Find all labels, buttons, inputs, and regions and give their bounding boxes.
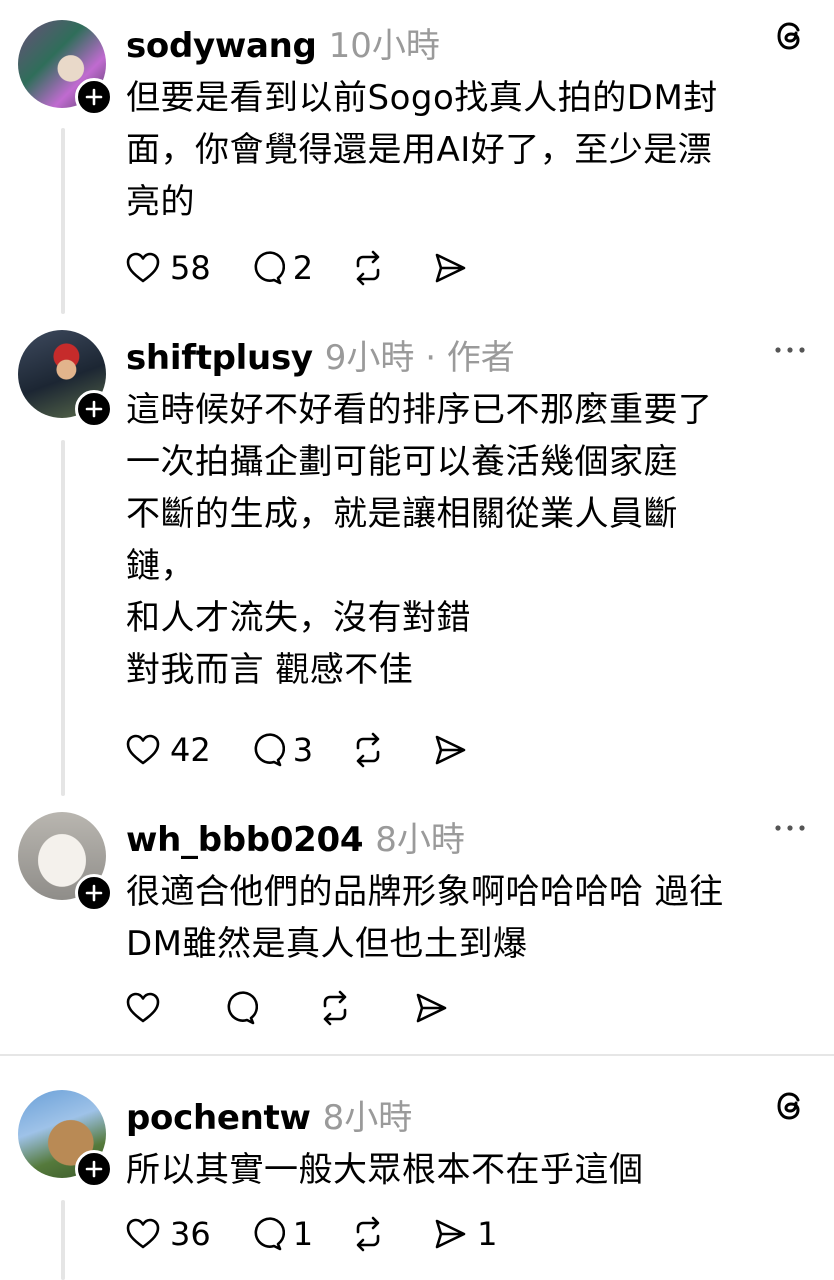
send-icon — [435, 253, 466, 283]
username[interactable]: sodywang — [126, 26, 317, 66]
heart-icon — [126, 1218, 160, 1249]
follow-plus-button[interactable] — [75, 874, 113, 912]
reply-button[interactable]: 3 — [247, 731, 313, 769]
comment-text: 所以其實一般大眾根本不在乎這個 — [126, 1150, 644, 1190]
follow-plus-button[interactable] — [75, 1150, 113, 1188]
threads-logo-icon[interactable] — [772, 18, 808, 54]
comment-icon — [227, 991, 258, 1025]
like-count: 58 — [170, 249, 211, 287]
heart-icon — [126, 992, 160, 1023]
share-button[interactable] — [412, 989, 458, 1027]
reply-button[interactable]: 1 — [247, 1215, 313, 1253]
plus-icon — [85, 400, 103, 418]
follow-plus-button[interactable] — [75, 390, 113, 428]
like-count: 42 — [170, 731, 211, 769]
plus-icon — [85, 884, 103, 902]
comment-card: wh_bbb0204 8小時 很適合他們的品牌形象啊哈哈哈哈 過往 DM雖然是真… — [0, 800, 834, 1054]
plus-icon — [85, 1160, 103, 1178]
repost-button[interactable] — [349, 249, 395, 287]
comment-text: 但要是看到以前Sogo找真人拍的DM封 面，你會覺得還是用AI好了，至少是漂 亮… — [126, 78, 718, 222]
reply-count: 1 — [292, 1215, 314, 1253]
repost-button[interactable] — [349, 731, 395, 769]
comment-text: 很適合他們的品牌形象啊哈哈哈哈 過往 DM雖然是真人但也土到爆 — [126, 872, 724, 964]
timestamp: 9小時 · 作者 — [324, 338, 515, 378]
comment-card: shiftplusy 9小時 · 作者 這時候好不好看的排序已不那麼重要了 一次… — [0, 320, 834, 800]
repost-icon — [356, 732, 380, 768]
reply-count: 2 — [292, 249, 314, 287]
reply-count: 3 — [292, 731, 314, 769]
like-button[interactable]: 42 — [124, 731, 211, 769]
like-button[interactable]: 58 — [124, 249, 211, 287]
more-icon[interactable] — [772, 810, 808, 846]
heart-icon — [126, 734, 160, 765]
like-button[interactable]: 36 — [124, 1215, 211, 1253]
comment-card: sodywang 10小時 但要是看到以前Sogo找真人拍的DM封 面，你會覺得… — [0, 0, 834, 320]
timestamp: 8小時 — [375, 820, 465, 860]
share-count: 1 — [477, 1215, 498, 1253]
more-icon[interactable] — [772, 332, 808, 368]
repost-icon — [356, 250, 380, 286]
comment-icon — [254, 251, 285, 285]
repost-button[interactable] — [316, 989, 362, 1027]
thread-line — [61, 440, 65, 796]
timestamp: 10小時 — [328, 26, 440, 66]
comment-text: 這時候好不好看的排序已不那麼重要了 一次拍攝企劃可能可以養活幾個家庭 不斷的生成… — [126, 390, 713, 690]
heart-icon — [126, 252, 160, 283]
thread-line — [61, 128, 65, 314]
comment-icon — [254, 1217, 285, 1251]
username[interactable]: pochentw — [126, 1098, 311, 1138]
timestamp: 8小時 — [322, 1098, 413, 1138]
share-button[interactable]: 1 — [431, 1215, 497, 1253]
send-icon — [416, 993, 447, 1023]
like-count: 36 — [170, 1215, 211, 1253]
send-icon — [435, 735, 466, 765]
like-button[interactable] — [124, 989, 170, 1027]
comment-card: pochentw 8小時 所以其實一般大眾根本不在乎這個 36 1 1 — [0, 1056, 834, 1280]
threads-logo-icon[interactable] — [772, 1088, 808, 1124]
username[interactable]: shiftplusy — [126, 338, 313, 378]
repost-icon — [356, 1216, 380, 1252]
username[interactable]: wh_bbb0204 — [126, 820, 364, 860]
follow-plus-button[interactable] — [75, 78, 113, 116]
share-button[interactable] — [431, 731, 477, 769]
comment-icon — [254, 733, 285, 767]
plus-icon — [85, 88, 103, 106]
send-icon — [435, 1219, 466, 1249]
thread-line — [61, 1200, 65, 1280]
repost-icon — [323, 990, 347, 1026]
share-button[interactable] — [431, 249, 477, 287]
reply-button[interactable] — [220, 989, 266, 1027]
repost-button[interactable] — [349, 1215, 395, 1253]
reply-button[interactable]: 2 — [247, 249, 313, 287]
